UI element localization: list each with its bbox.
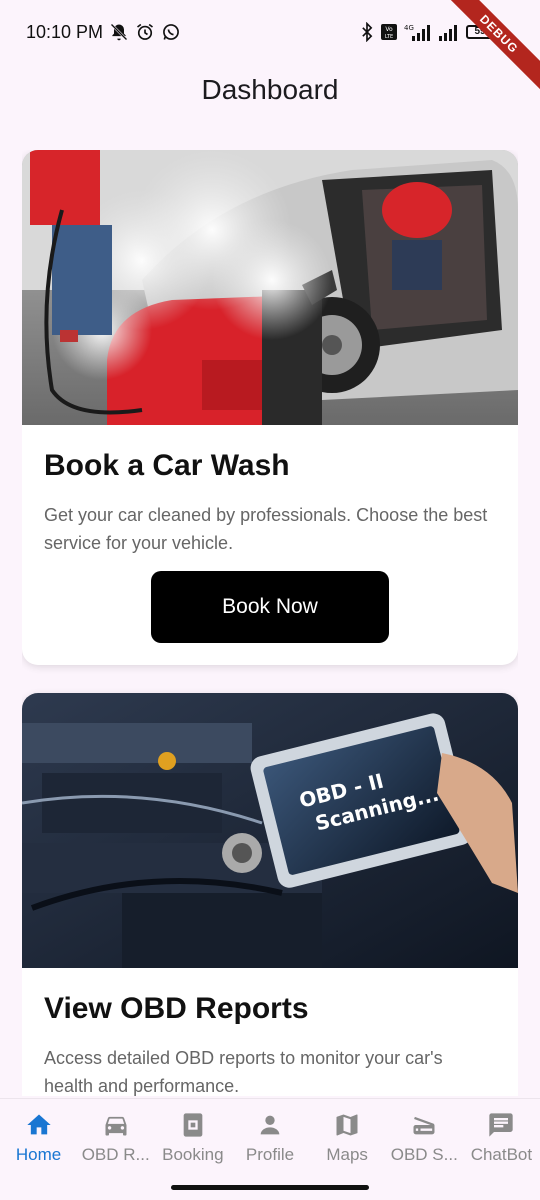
- obd-reports-card[interactable]: OBD - II Scanning.... View OBD Reports A…: [22, 693, 518, 1096]
- car-icon: [105, 1116, 127, 1136]
- car-wash-image: [22, 150, 518, 425]
- booking-icon: [183, 1113, 203, 1137]
- car-wash-photo-icon: [22, 150, 518, 425]
- svg-text:LTE: LTE: [385, 34, 393, 40]
- obd-reports-image: OBD - II Scanning....: [22, 693, 518, 968]
- bluetooth-icon: [362, 22, 373, 42]
- nav-label: OBD S...: [390, 1145, 458, 1164]
- status-bar: 10:10 PM Vo LTE 4G 59: [0, 0, 540, 64]
- nav-label: Profile: [245, 1145, 295, 1164]
- volte-icon: VoLTE: [381, 24, 397, 40]
- nav-label: ChatBot: [470, 1145, 533, 1164]
- nav-item-maps[interactable]: Maps: [309, 1099, 386, 1177]
- app-bar: Dashboard: [0, 64, 540, 116]
- nav-item-chatbot[interactable]: ChatBot: [463, 1099, 540, 1177]
- signal-icon: [439, 25, 457, 41]
- chat-icon: [489, 1113, 514, 1137]
- nav-item-obd-scanner[interactable]: OBD S...: [386, 1099, 463, 1177]
- card-title: Book a Car Wash: [44, 449, 290, 482]
- page-title: Dashboard: [201, 74, 339, 105]
- nav-item-profile[interactable]: Profile: [231, 1099, 308, 1177]
- nav-item-booking[interactable]: Booking: [154, 1099, 231, 1177]
- status-time: 10:10 PM: [26, 21, 104, 42]
- dashboard-scroll-area[interactable]: Book a Car Wash Get your car cleaned by …: [22, 150, 518, 1096]
- nav-item-obd-reports[interactable]: OBD R...: [77, 1099, 154, 1177]
- book-now-button[interactable]: Book Now: [151, 571, 389, 643]
- card-description: Access detailed OBD reports to monitor y…: [44, 1048, 443, 1096]
- home-icon: [26, 1114, 51, 1135]
- home-indicator[interactable]: [171, 1185, 369, 1190]
- person-icon: [260, 1115, 280, 1135]
- nav-label: Booking: [162, 1145, 224, 1164]
- card-description: Get your car cleaned by professionals. C…: [44, 505, 488, 553]
- nav-label: Maps: [326, 1145, 368, 1164]
- svg-text:4G: 4G: [404, 24, 414, 32]
- bottom-navigation: Home OBD R... Booking Profile Maps OBD S…: [0, 1098, 540, 1200]
- whatsapp-icon: [163, 24, 179, 40]
- car-wash-card[interactable]: Book a Car Wash Get your car cleaned by …: [22, 150, 518, 665]
- nav-item-home[interactable]: Home: [0, 1099, 77, 1177]
- map-icon: [336, 1114, 358, 1136]
- battery-icon: 59: [466, 25, 497, 39]
- nav-label: Home: [15, 1145, 62, 1164]
- card-title: View OBD Reports: [44, 992, 309, 1025]
- svg-text:Vo: Vo: [385, 26, 393, 33]
- alarm-icon: [137, 23, 154, 40]
- mute-notifications-icon: [110, 23, 128, 41]
- obd-scanner-photo-icon: OBD - II Scanning....: [22, 693, 518, 968]
- signal-4g-icon: 4G: [404, 24, 430, 41]
- nav-label: OBD R...: [81, 1145, 150, 1164]
- scanner-icon: [413, 1116, 435, 1135]
